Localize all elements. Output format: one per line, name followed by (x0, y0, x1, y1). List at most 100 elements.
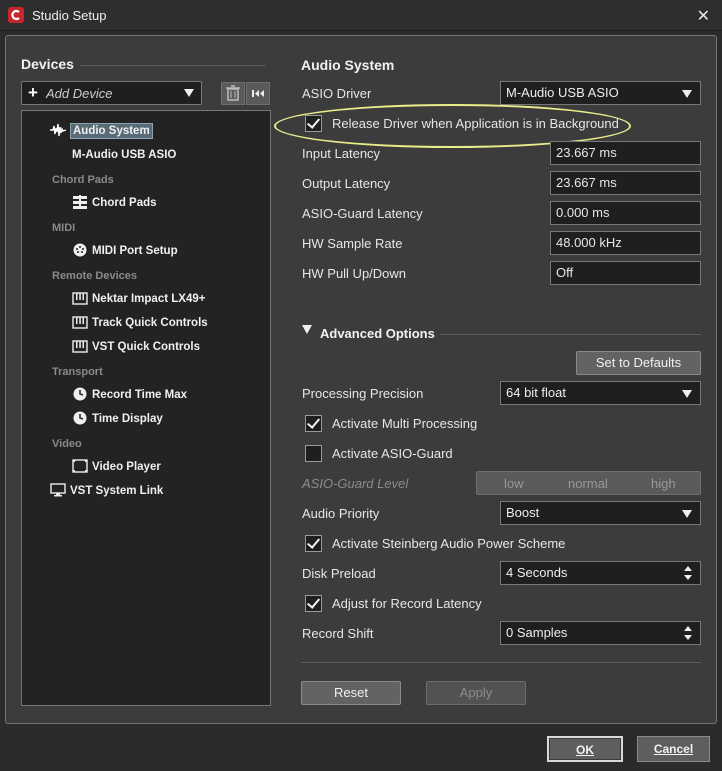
tree-category-transport: Transport (52, 366, 103, 378)
midi-port-icon (73, 243, 87, 257)
disk-preload-stepper[interactable]: 4 Seconds (500, 561, 701, 585)
close-icon[interactable]: ✕ (697, 6, 710, 26)
trash-icon (226, 85, 240, 101)
tree-item-label: VST Quick Controls (92, 341, 200, 353)
release-driver-checkbox[interactable] (305, 115, 322, 132)
window-title: Studio Setup (32, 8, 107, 23)
tree-category-video: Video (52, 438, 82, 450)
multi-processing-checkbox[interactable] (305, 415, 322, 432)
asio-guard-level-normal: normal (568, 476, 608, 491)
cancel-button[interactable]: Cancel (637, 736, 710, 762)
tree-item-m-audio-usb-asio[interactable]: M-Audio USB ASIO (72, 146, 176, 164)
chevron-down-icon (682, 510, 692, 518)
ok-button[interactable]: OK (547, 736, 623, 762)
asio-guard-latency-field: 0.000 ms (550, 201, 701, 225)
tree-category-chord-pads: Chord Pads (52, 174, 114, 186)
devices-header-rule (80, 65, 266, 66)
asio-guard-label: Activate ASIO-Guard (332, 446, 453, 461)
actions-rule (301, 662, 701, 663)
processing-precision-label: Processing Precision (302, 386, 424, 401)
collapse-triangle-icon[interactable] (302, 325, 312, 334)
tree-item-label: Nektar Impact LX49+ (92, 293, 206, 305)
tree-item-audio-system[interactable]: Audio System (50, 122, 153, 140)
adjust-latency-label: Adjust for Record Latency (332, 596, 482, 611)
tree-item-label: Chord Pads (92, 197, 157, 209)
tree-item-midi-port-setup[interactable]: MIDI Port Setup (72, 242, 178, 260)
tree-item-vst-quick-controls[interactable]: VST Quick Controls (72, 338, 200, 356)
remote-device-icon (72, 340, 88, 353)
audio-priority-label: Audio Priority (302, 506, 380, 521)
reset-device-button[interactable] (246, 82, 270, 105)
tree-item-label: Record Time Max (92, 389, 188, 401)
tree-item-label: VST System Link (70, 485, 164, 497)
tree-item-record-time-max[interactable]: Record Time Max (72, 386, 187, 404)
cubase-app-icon (8, 7, 24, 23)
asio-guard-level-label: ASIO-Guard Level (302, 476, 409, 491)
add-device-label: Add Device (46, 86, 113, 101)
plus-icon: + (28, 83, 38, 102)
power-scheme-label: Activate Steinberg Audio Power Scheme (332, 536, 566, 551)
ok-label: OK (576, 743, 594, 757)
output-latency-field: 23.667 ms (550, 171, 701, 195)
adjust-latency-checkbox[interactable] (305, 595, 322, 612)
asio-driver-select[interactable]: M-Audio USB ASIO (500, 81, 701, 105)
tree-item-video-player[interactable]: Video Player (72, 458, 161, 476)
power-scheme-checkbox[interactable] (305, 535, 322, 552)
record-shift-value: 0 Samples (506, 625, 568, 640)
tree-item-chord-pads[interactable]: Chord Pads (72, 194, 157, 212)
record-shift-label: Record Shift (302, 626, 374, 641)
remote-device-icon (72, 292, 88, 305)
tree-item-label: Video Player (92, 461, 161, 473)
tree-item-label: MIDI Port Setup (92, 245, 178, 257)
hw-sample-rate-label: HW Sample Rate (302, 236, 403, 251)
audio-priority-select[interactable]: Boost (500, 501, 701, 525)
set-to-defaults-button[interactable]: Set to Defaults (576, 351, 701, 375)
up-down-arrows-icon[interactable] (684, 566, 692, 580)
input-latency-label: Input Latency (302, 146, 381, 161)
tree-item-label: Audio System (70, 123, 153, 139)
hw-pull-label: HW Pull Up/Down (302, 266, 407, 281)
asio-guard-level-high: high (651, 476, 676, 491)
tree-item-label: Time Display (92, 413, 163, 425)
tree-item-label: Track Quick Controls (92, 317, 208, 329)
release-driver-label: Release Driver when Application is in Ba… (332, 116, 619, 131)
add-device-dropdown[interactable]: + Add Device (21, 81, 202, 105)
asio-driver-value: M-Audio USB ASIO (506, 85, 619, 100)
chevron-down-icon (682, 90, 692, 98)
apply-button[interactable]: Apply (426, 681, 526, 705)
tree-item-time-display[interactable]: Time Display (72, 410, 163, 428)
advanced-options-header[interactable]: Advanced Options (320, 326, 435, 341)
clock-icon (73, 411, 87, 425)
hw-sample-rate-field: 48.000 kHz (550, 231, 701, 255)
chevron-down-icon (184, 89, 194, 97)
tree-category-midi: MIDI (52, 222, 76, 234)
chord-pads-icon (73, 194, 87, 209)
tree-category-remote-devices: Remote Devices (52, 270, 137, 282)
asio-guard-checkbox[interactable] (305, 445, 322, 462)
remote-device-icon (72, 316, 88, 329)
processing-precision-select[interactable]: 64 bit float (500, 381, 701, 405)
disk-preload-label: Disk Preload (302, 566, 376, 581)
video-player-icon (72, 459, 88, 473)
delete-device-button[interactable] (221, 82, 245, 105)
reset-button[interactable]: Reset (301, 681, 401, 705)
clock-icon (73, 387, 87, 401)
asio-guard-latency-label: ASIO-Guard Latency (302, 206, 423, 221)
devices-header: Devices (21, 56, 74, 72)
audio-priority-value: Boost (506, 505, 540, 520)
audio-system-header: Audio System (301, 57, 395, 73)
output-latency-label: Output Latency (302, 176, 391, 191)
cancel-label: Cancel (653, 742, 694, 756)
hw-pull-field: Off (550, 261, 701, 285)
tree-item-nektar-impact[interactable]: Nektar Impact LX49+ (72, 290, 205, 308)
multi-processing-label: Activate Multi Processing (332, 416, 478, 431)
chevron-down-icon (682, 390, 692, 398)
asio-guard-level-low: low (504, 476, 524, 491)
up-down-arrows-icon[interactable] (684, 626, 692, 640)
record-shift-stepper[interactable]: 0 Samples (500, 621, 701, 645)
tree-item-vst-system-link[interactable]: VST System Link (50, 482, 163, 500)
title-bar: Studio Setup ✕ (0, 0, 722, 31)
rewind-icon (252, 90, 264, 97)
asio-guard-level-selector: low normal high (476, 471, 701, 495)
tree-item-track-quick-controls[interactable]: Track Quick Controls (72, 314, 208, 332)
